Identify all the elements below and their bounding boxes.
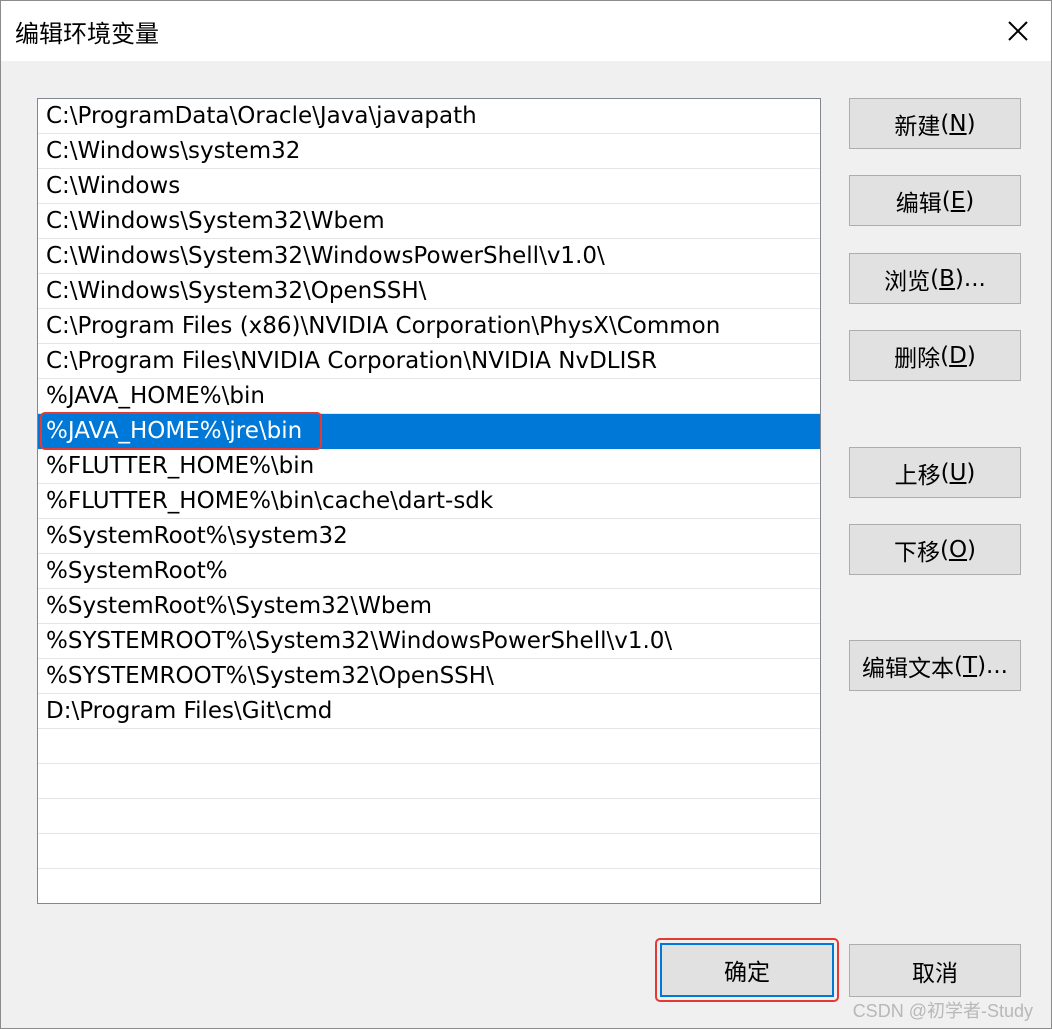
path-list-item-text: C:\Windows\System32\Wbem bbox=[46, 208, 385, 234]
path-list-item-text: C:\Windows\System32\OpenSSH\ bbox=[46, 278, 427, 304]
path-list-item-text: %FLUTTER_HOME%\bin bbox=[46, 453, 315, 479]
edit-text-button-label: 编辑文本 bbox=[862, 655, 955, 682]
move-up-button-label: 上移 bbox=[894, 462, 941, 489]
ok-button[interactable]: 确定 bbox=[660, 943, 834, 997]
path-list-item[interactable]: D:\Program Files\Git\cmd bbox=[38, 694, 820, 729]
edit-button-label: 编辑 bbox=[895, 190, 942, 217]
path-list-item[interactable]: C:\Windows bbox=[38, 169, 820, 204]
edit-text-button[interactable]: 编辑文本(T)... bbox=[849, 640, 1021, 691]
watermark: CSDN @初学者-Study bbox=[852, 1001, 1033, 1021]
path-list-item-text: C:\ProgramData\Oracle\Java\javapath bbox=[46, 103, 477, 129]
path-list-item-text: %SYSTEMROOT%\System32\OpenSSH\ bbox=[46, 663, 494, 689]
close-icon bbox=[1008, 21, 1028, 41]
path-list-item-text: %SystemRoot%\System32\Wbem bbox=[46, 593, 433, 619]
edit-env-variable-dialog: 编辑环境变量 C:\ProgramData\Oracle\Java\javapa… bbox=[0, 0, 1052, 1029]
path-list-item-text: %SystemRoot%\system32 bbox=[46, 523, 348, 549]
path-list-item-text: C:\Windows bbox=[46, 173, 181, 199]
dialog-title: 编辑环境变量 bbox=[15, 20, 159, 48]
ok-button-label: 确定 bbox=[724, 960, 770, 986]
close-button[interactable] bbox=[985, 1, 1051, 61]
path-list-item-text: C:\Windows\system32 bbox=[46, 138, 301, 164]
path-list-empty-row bbox=[38, 764, 820, 799]
path-list-item-selected[interactable]: %JAVA_HOME%\jre\bin bbox=[38, 414, 820, 449]
path-list[interactable]: C:\ProgramData\Oracle\Java\javapath C:\Wi… bbox=[37, 98, 821, 904]
delete-button-label: 删除 bbox=[894, 345, 941, 372]
path-list-item-text: %JAVA_HOME%\bin bbox=[46, 383, 265, 409]
title-bar: 编辑环境变量 bbox=[1, 1, 1051, 61]
path-list-item[interactable]: %SystemRoot%\System32\Wbem bbox=[38, 589, 820, 624]
cancel-button[interactable]: 取消 bbox=[849, 944, 1021, 997]
path-list-item[interactable]: C:\Windows\System32\OpenSSH\ bbox=[38, 274, 820, 309]
path-list-item-text: C:\Program Files (x86)\NVIDIA Corporatio… bbox=[46, 313, 721, 339]
path-list-empty-row bbox=[38, 834, 820, 869]
path-list-item[interactable]: %SystemRoot% bbox=[38, 554, 820, 589]
path-list-item[interactable]: C:\ProgramData\Oracle\Java\javapath bbox=[38, 99, 820, 134]
move-up-button[interactable]: 上移(U) bbox=[849, 447, 1021, 498]
path-list-item[interactable]: C:\Windows\system32 bbox=[38, 134, 820, 169]
path-list-item[interactable]: %JAVA_HOME%\bin bbox=[38, 379, 820, 414]
path-list-item[interactable]: C:\Windows\System32\Wbem bbox=[38, 204, 820, 239]
path-list-item[interactable]: C:\Program Files (x86)\NVIDIA Corporatio… bbox=[38, 309, 820, 344]
path-list-item-text: %JAVA_HOME%\jre\bin bbox=[46, 418, 303, 444]
path-list-item-text: %SYSTEMROOT%\System32\WindowsPowerShell\… bbox=[46, 628, 673, 654]
path-list-item-text: C:\Program Files\NVIDIA Corporation\NVID… bbox=[46, 348, 657, 374]
browse-button-label: 浏览 bbox=[884, 268, 931, 295]
path-list-item-text: %SystemRoot% bbox=[46, 558, 228, 584]
path-list-item-text: %FLUTTER_HOME%\bin\cache\dart-sdk bbox=[46, 488, 494, 514]
move-down-button[interactable]: 下移(O) bbox=[849, 524, 1021, 575]
path-list-item[interactable]: %SystemRoot%\system32 bbox=[38, 519, 820, 554]
browse-button[interactable]: 浏览(B)... bbox=[849, 253, 1021, 304]
path-list-item[interactable]: C:\Windows\System32\WindowsPowerShell\v1… bbox=[38, 239, 820, 274]
path-list-empty-row bbox=[38, 729, 820, 764]
path-list-item-text: C:\Windows\System32\WindowsPowerShell\v1… bbox=[46, 243, 605, 269]
edit-button[interactable]: 编辑(E) bbox=[849, 175, 1021, 226]
path-list-empty-row bbox=[38, 799, 820, 834]
delete-button[interactable]: 删除(D) bbox=[849, 330, 1021, 381]
path-list-item[interactable]: C:\Program Files\NVIDIA Corporation\NVID… bbox=[38, 344, 820, 379]
path-list-item-text: D:\Program Files\Git\cmd bbox=[46, 698, 333, 724]
path-list-item[interactable]: %FLUTTER_HOME%\bin\cache\dart-sdk bbox=[38, 484, 820, 519]
new-button-label: 新建 bbox=[894, 113, 941, 140]
move-down-button-label: 下移 bbox=[893, 539, 940, 566]
path-list-item[interactable]: %SYSTEMROOT%\System32\OpenSSH\ bbox=[38, 659, 820, 694]
path-list-item[interactable]: %FLUTTER_HOME%\bin bbox=[38, 449, 820, 484]
path-list-empty-row bbox=[38, 869, 820, 903]
cancel-button-label: 取消 bbox=[912, 960, 958, 987]
new-button[interactable]: 新建(N) bbox=[849, 98, 1021, 149]
path-list-item[interactable]: %SYSTEMROOT%\System32\WindowsPowerShell\… bbox=[38, 624, 820, 659]
